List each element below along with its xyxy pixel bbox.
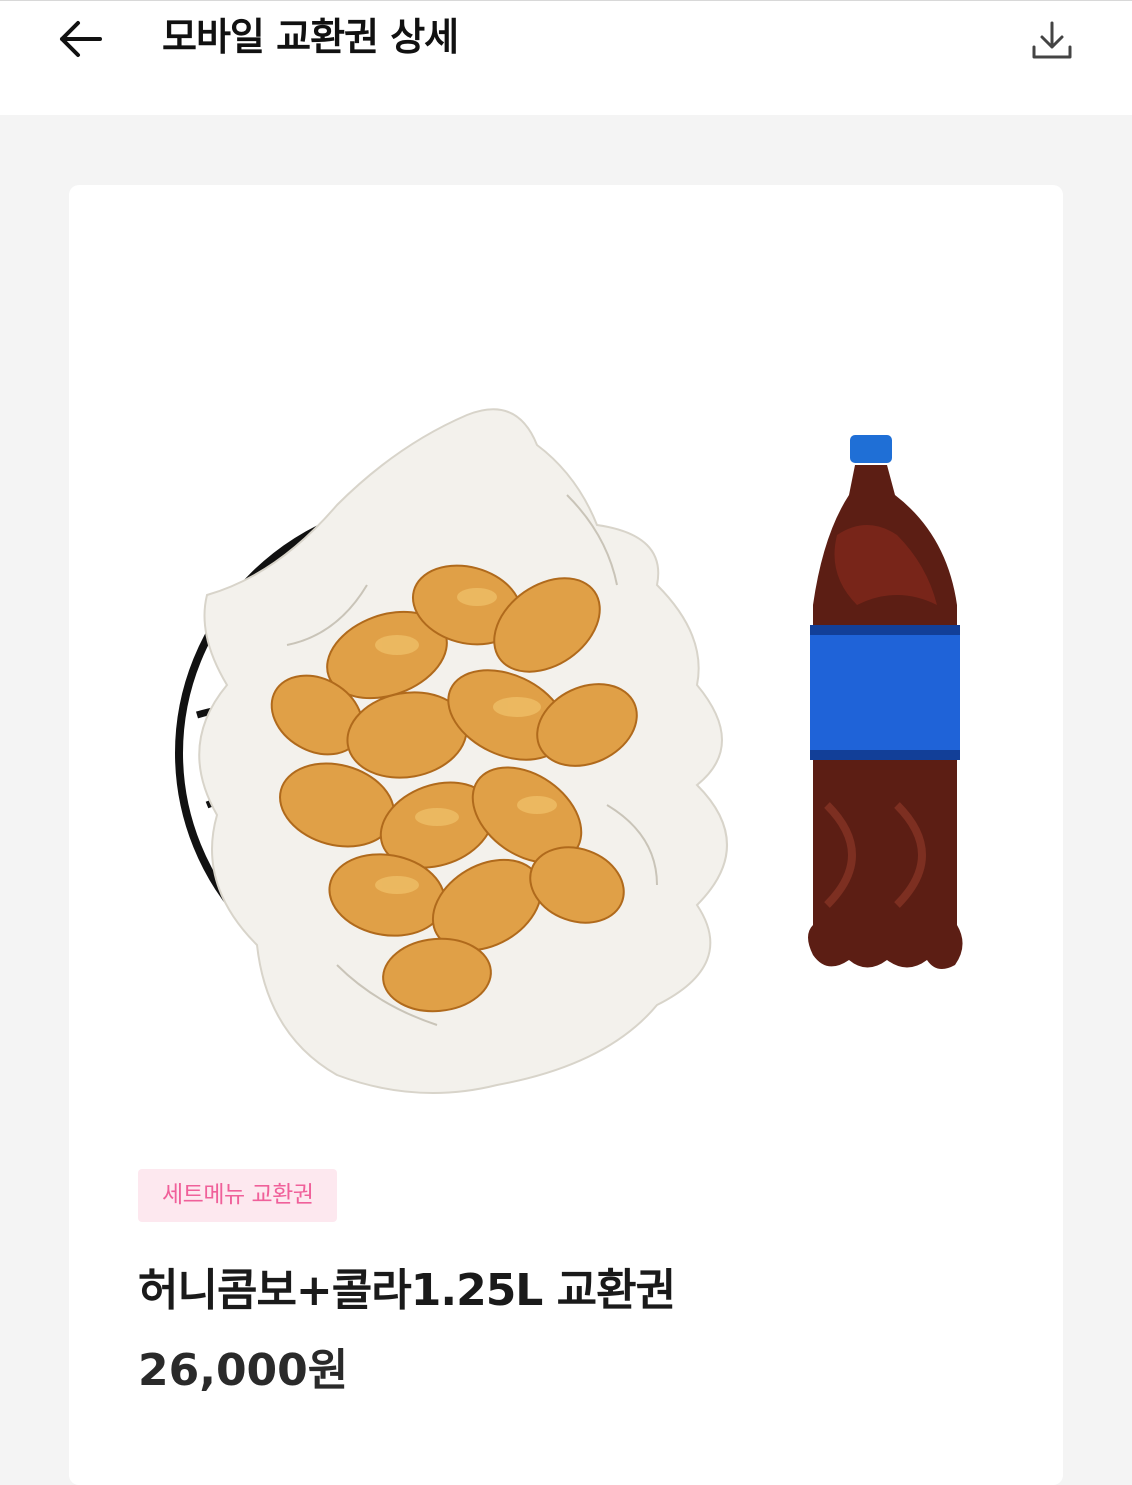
voucher-card: 세트메뉴 교환권 허니콤보+콜라1.25L 교환권 26,000원 [69,185,1063,1485]
product-image [175,408,963,1094]
arrow-left-icon [60,21,102,57]
product-name: 허니콤보+콜라1.25L 교환권 [138,1265,676,1316]
product-price: 26,000원 [138,1345,349,1396]
category-badge: 세트메뉴 교환권 [138,1169,338,1222]
cola-bottle [808,435,963,969]
back-button[interactable] [50,9,110,69]
page-title: 모바일 교환권 상세 [162,15,459,59]
download-icon [1032,21,1072,59]
download-button[interactable] [1020,11,1084,71]
app-header: 모바일 교환권 상세 [0,0,1132,115]
chicken-basket [175,408,728,1094]
